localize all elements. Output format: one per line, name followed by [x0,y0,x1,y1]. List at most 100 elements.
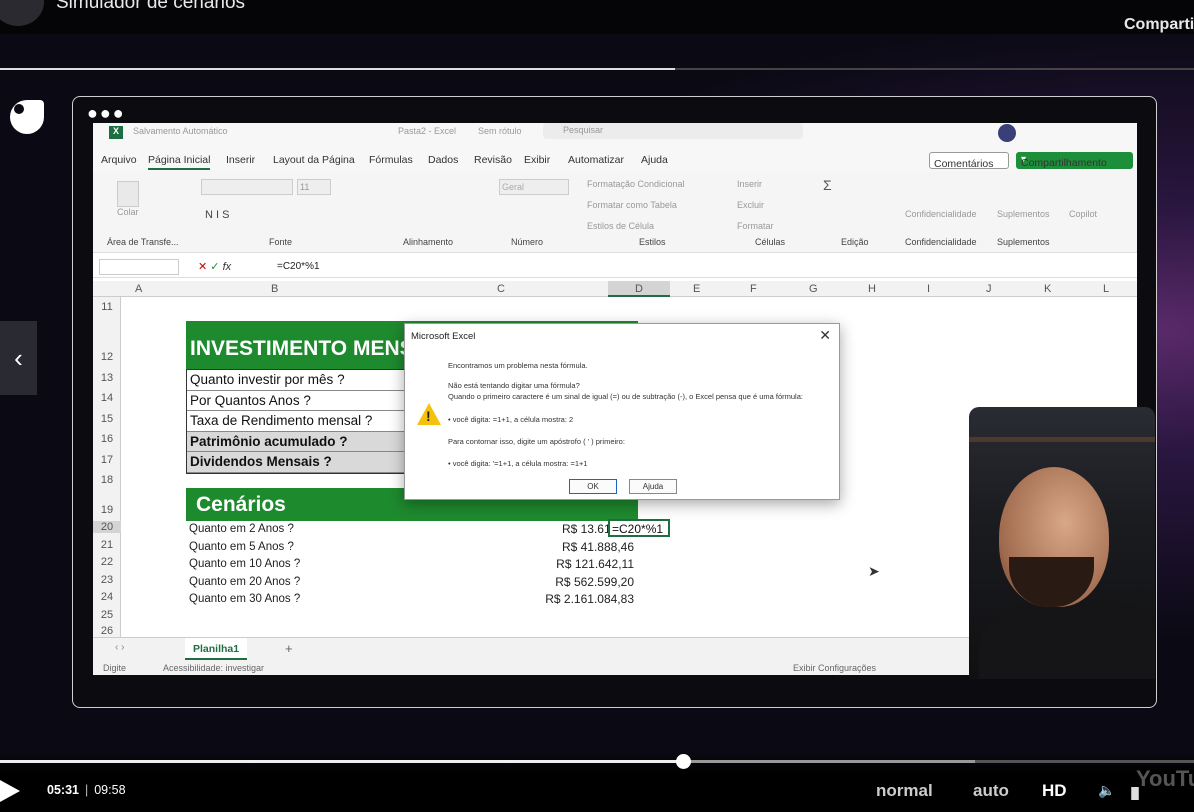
row-header[interactable]: 21 [93,539,121,551]
menu-ajuda[interactable]: Ajuda [641,154,668,166]
seek-bar[interactable] [0,760,1194,763]
row-header[interactable]: 26 [93,625,121,637]
row-header[interactable]: 22 [93,556,121,568]
formula-input[interactable]: =C20*%1 [277,261,320,272]
row-header[interactable]: 18 [93,474,121,486]
col-header[interactable]: H [868,283,876,295]
dialog-text: Não está tentando digitar uma fórmula? [448,381,580,390]
excel-titlebar: X Salvamento Automático Pasta2 - Excel S… [93,123,1137,149]
col-header[interactable]: G [809,283,818,295]
hd-button[interactable]: HD [1042,781,1067,801]
row-header[interactable]: 25 [93,609,121,621]
autosave-label[interactable]: Salvamento Automático [133,126,228,136]
col-header[interactable]: J [986,283,992,295]
addins-button[interactable]: Suplementos [997,209,1050,219]
row-header[interactable]: 24 [93,591,121,603]
font-style-buttons[interactable]: N I S [205,209,229,221]
scenario-value[interactable]: R$ 121.642,11 [194,557,634,571]
close-icon[interactable]: ✕ [819,327,831,344]
menu-arquivo[interactable]: Arquivo [101,154,137,166]
col-header[interactable]: D [608,281,670,297]
confidentiality-button[interactable]: Confidencialidade [905,209,977,219]
cancel-icon[interactable]: ✕ [198,261,207,273]
tab-planilha1[interactable]: Planilha1 [185,638,247,660]
format-table-button[interactable]: Formatar como Tabela [587,200,677,210]
group-cells: Células [755,237,786,247]
menu-layout[interactable]: Layout da Página [273,154,355,166]
group-font: Fonte [269,237,293,247]
col-header[interactable]: K [1044,283,1051,295]
comments-button[interactable]: Comentários [929,152,1009,170]
accessibility-status[interactable]: Acessibilidade: investigar [163,663,264,673]
row-header[interactable]: 20 [93,521,121,533]
help-button[interactable]: Ajuda [629,479,677,494]
delete-cells-button[interactable]: Excluir [737,200,764,210]
format-cells-button[interactable]: Formatar [737,221,774,231]
row-header[interactable]: 17 [93,454,121,466]
insert-cells-button[interactable]: Inserir [737,179,762,189]
number-format-select[interactable]: Geral [499,179,569,195]
share-excel-button[interactable]: Compartilhamento ▾ [1016,152,1133,169]
channel-logo[interactable] [0,0,44,26]
enter-icon[interactable]: ✓ [210,261,219,273]
group-addins: Suplementos [997,237,1050,247]
quality-auto-button[interactable]: auto [973,781,1009,801]
font-size-select[interactable]: 11 [297,179,331,195]
paste-label[interactable]: Colar [117,207,139,217]
previous-arrow-button[interactable]: ‹ [0,321,37,395]
cond-format-button[interactable]: Formatação Condicional [587,179,685,189]
scenario-value[interactable]: R$ 41.888,46 [194,540,634,554]
tab-nav-icon[interactable]: ‹ › [115,642,124,653]
row-header[interactable]: 12 [93,351,121,363]
mouse-cursor-icon: ➤ [868,563,880,579]
seek-knob[interactable] [675,754,691,769]
row-header[interactable]: 23 [93,574,121,586]
brand-drop-icon [10,100,44,134]
col-header[interactable]: F [750,283,757,295]
menu-inserir[interactable]: Inserir [226,154,255,166]
volume-icon[interactable]: 🔈 [1098,782,1115,799]
menu-automatizar[interactable]: Automatizar [568,154,624,166]
menu-revisao[interactable]: Revisão [474,154,512,166]
name-box[interactable] [99,259,179,275]
row-header[interactable]: 15 [93,413,121,425]
col-header[interactable]: I [927,283,930,295]
font-name-select[interactable] [201,179,293,195]
add-sheet-icon[interactable]: + [285,641,293,656]
group-alignment: Alinhamento [403,237,454,247]
row-header[interactable]: 16 [93,433,121,445]
col-header[interactable]: B [271,283,278,295]
speed-button[interactable]: normal [876,781,933,801]
scenario-value[interactable]: R$ 2.161.084,83 [194,592,634,606]
copilot-button[interactable]: Copilot [1069,209,1097,219]
display-settings[interactable]: Exibir Configurações [793,663,876,673]
col-header[interactable]: A [135,283,142,295]
search-input[interactable]: Pesquisar [543,123,803,139]
sum-icon[interactable]: Σ [823,177,832,193]
volume-slider[interactable]: ||||||||||| [1130,784,1140,800]
cell-styles-button[interactable]: Estilos de Célula [587,221,654,231]
fx-icon[interactable]: fx [223,261,232,273]
row-header[interactable]: 19 [93,504,121,516]
row-header[interactable]: 11 [93,301,121,313]
video-title[interactable]: Simulador de cenários [56,0,245,14]
youtube-logo[interactable]: YouTu [1136,766,1194,792]
avatar[interactable] [998,124,1016,142]
col-header[interactable]: L [1103,283,1109,295]
scenario-value[interactable]: R$ 13.613,81 [194,522,634,536]
menu-dados[interactable]: Dados [428,154,458,166]
label-status[interactable]: Sem rótulo [478,126,522,136]
row-header[interactable]: 14 [93,392,121,404]
menu-exibir[interactable]: Exibir [524,154,550,166]
col-header[interactable]: C [497,283,505,295]
play-icon[interactable] [0,780,20,802]
share-button[interactable]: Comparti [1124,16,1194,34]
row-header[interactable]: 13 [93,372,121,384]
scenario-value[interactable]: R$ 562.599,20 [194,575,634,589]
paste-icon[interactable] [117,181,139,207]
ok-button[interactable]: OK [569,479,617,494]
menu-pagina-inicial[interactable]: Página Inicial [148,154,211,170]
menu-formulas[interactable]: Fórmulas [369,154,413,166]
active-cell-d20[interactable]: =C20*%1 [608,519,670,537]
col-header[interactable]: E [693,283,700,295]
